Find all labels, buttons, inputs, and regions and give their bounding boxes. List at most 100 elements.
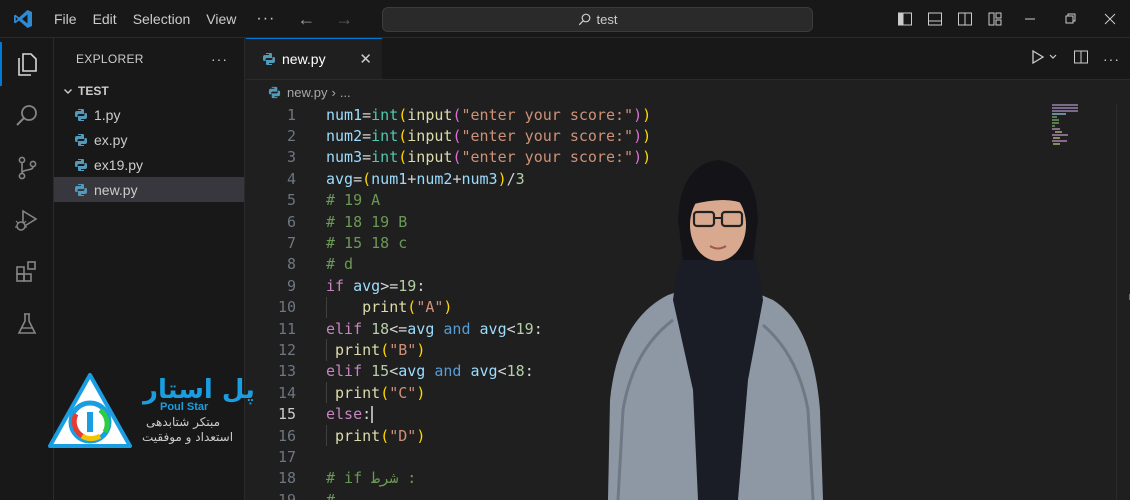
python-file-icon [262,52,276,66]
logo-subtitle-2: استعداد و موفقیت [142,430,234,444]
python-file-icon [74,158,88,172]
vscode-logo-icon[interactable] [0,0,46,38]
file-ex-py[interactable]: ex.py [54,127,244,152]
text-cursor [371,406,373,424]
line-number: 3 [286,148,296,167]
command-center-search[interactable]: test [382,7,813,32]
more-menu-icon[interactable]: ··· [244,10,287,28]
python-file-icon [74,133,88,147]
run-debug-icon[interactable] [0,194,54,246]
source-control-icon[interactable] [0,142,54,194]
activity-bar [0,38,54,500]
line-number: 2 [286,127,296,146]
more-actions-icon[interactable]: ··· [1103,51,1120,67]
toggle-secondary-sidebar-icon[interactable] [950,0,980,38]
file-name: ex.py [94,131,128,148]
line-number: 19 [277,490,296,500]
menu-edit[interactable]: Edit [85,0,125,38]
close-tab-icon[interactable]: ✕ [359,50,372,68]
code-text: num1=int(input("enter your score:")) [326,105,652,124]
line-number: 10 [277,298,296,317]
menu-selection[interactable]: Selection [125,0,199,38]
line-number: 4 [286,169,296,188]
chevron-right-icon: › [331,84,336,100]
poul-star-logo: پل استار Poul Star مبتکر شتابدهی استعداد… [48,372,268,452]
code-text: # 15 18 c [326,234,408,253]
file-name: new.py [94,181,138,198]
title-right-controls [890,0,1130,38]
testing-flask-icon[interactable] [0,298,54,350]
code-text: print("D") [335,426,426,445]
minimap[interactable] [1052,104,1112,164]
line-number: 18 [277,469,296,488]
editor-actions: ··· [1031,38,1120,80]
title-bar: File Edit Selection View ··· ← → test [0,0,1130,38]
code-text: print("B") [335,340,426,359]
breadcrumb: new.py › ... [246,80,1130,104]
logo-title-en: Poul Star [160,401,209,413]
python-file-icon [268,86,281,99]
customize-layout-icon[interactable] [980,0,1010,38]
code-text: # [326,490,336,500]
file-1-py[interactable]: 1.py [54,102,244,127]
menu-file[interactable]: File [46,0,85,38]
tab-new-py[interactable]: new.py ✕ [246,38,382,79]
tab-bar: new.py ✕ ··· [246,38,1130,80]
tab-label: new.py [282,51,326,67]
line-number: 5 [286,191,296,210]
breadcrumb-more[interactable]: ... [340,85,351,100]
code-text: # d [326,255,354,274]
line-number: 11 [277,319,296,338]
folder-test[interactable]: TEST [54,80,244,102]
split-editor-icon[interactable] [1073,49,1089,70]
toggle-panel-icon[interactable] [920,0,950,38]
file-ex19-py[interactable]: ex19.py [54,152,244,177]
file-new-py[interactable]: new.py [54,177,244,202]
vertical-scrollbar[interactable] [1116,104,1130,500]
poul-star-emblem-icon [48,373,132,448]
back-arrow-icon[interactable]: ← [287,0,325,38]
presenter-photo [598,150,828,500]
restore-icon[interactable] [1050,0,1090,38]
breadcrumb-file[interactable]: new.py [287,85,327,100]
code-line: 1 num1=int(input("enter your score:")) [246,104,1046,125]
logo-subtitle-1: مبتکر شتابدهی [146,415,221,429]
folder-name: TEST [78,84,109,98]
code-text: else: [326,405,373,424]
toggle-primary-sidebar-icon[interactable] [890,0,920,38]
code-text: avg=(num1+num2+num3)/3 [326,169,525,188]
python-file-icon [74,108,88,122]
line-number: 12 [277,340,296,359]
code-text: # 19 A [326,191,381,210]
forward-arrow-icon[interactable]: → [325,0,363,38]
code-text: # if شرط : [326,469,417,488]
search-icon [578,13,591,26]
explorer-icon[interactable] [0,38,54,90]
line-number: 1 [286,105,296,124]
search-view-icon[interactable] [0,90,54,142]
python-file-icon [74,183,88,197]
explorer-header: EXPLORER ··· [54,38,244,80]
close-window-icon[interactable] [1090,0,1130,38]
code-text: elif 15<avg and avg<18: [326,362,534,381]
file-name: ex19.py [94,156,144,173]
chevron-down-icon [62,85,78,97]
search-text: test [596,12,618,27]
line-number: 7 [286,234,296,253]
code-text: print("C") [335,383,426,402]
line-number: 6 [286,212,296,231]
code-text: elif 18<=avg and avg<19: [326,319,543,338]
explorer-more-icon[interactable]: ··· [211,51,228,67]
code-text: num2=int(input("enter your score:")) [326,127,652,146]
code-text: # 18 19 B [326,212,408,231]
menu-bar: File Edit Selection View ··· ← → [46,0,363,38]
minimize-icon[interactable] [1010,0,1050,38]
run-play-icon[interactable] [1031,49,1059,70]
line-number: 8 [286,255,296,274]
extensions-icon[interactable] [0,246,54,298]
explorer-title: EXPLORER [76,52,144,66]
menu-view[interactable]: View [198,0,244,38]
file-name: 1.py [94,106,121,123]
line-number: 9 [286,276,296,295]
code-text: if avg>=19: [326,276,426,295]
